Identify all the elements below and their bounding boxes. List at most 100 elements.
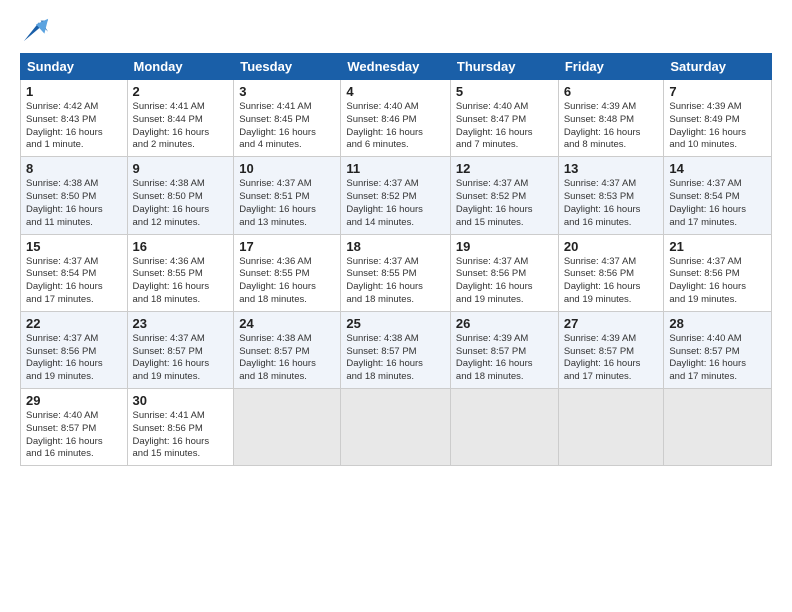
calendar-cell xyxy=(341,389,451,466)
day-info: Sunrise: 4:40 AM Sunset: 8:47 PM Dayligh… xyxy=(456,101,553,152)
day-number: 13 xyxy=(564,161,659,176)
page: SundayMondayTuesdayWednesdayThursdayFrid… xyxy=(0,0,792,612)
calendar-cell: 19 Sunrise: 4:37 AM Sunset: 8:56 PM Dayli… xyxy=(450,234,558,311)
calendar-cell: 11 Sunrise: 4:37 AM Sunset: 8:52 PM Dayli… xyxy=(341,157,451,234)
calendar-week-row: 29 Sunrise: 4:40 AM Sunset: 8:57 PM Dayli… xyxy=(21,389,772,466)
calendar-cell: 7Sunrise: 4:39 AM Sunset: 8:49 PM Daylig… xyxy=(664,80,772,157)
day-number: 5 xyxy=(456,84,553,99)
calendar-header-tuesday: Tuesday xyxy=(234,54,341,80)
calendar-cell: 8Sunrise: 4:38 AM Sunset: 8:50 PM Daylig… xyxy=(21,157,128,234)
calendar-header-monday: Monday xyxy=(127,54,234,80)
day-number: 12 xyxy=(456,161,553,176)
day-number: 10 xyxy=(239,161,335,176)
calendar-cell: 29 Sunrise: 4:40 AM Sunset: 8:57 PM Dayli… xyxy=(21,389,128,466)
day-number: 14 xyxy=(669,161,766,176)
day-number: 25 xyxy=(346,316,445,331)
calendar-cell: 16 Sunrise: 4:36 AM Sunset: 8:55 PM Dayli… xyxy=(127,234,234,311)
day-number: 4 xyxy=(346,84,445,99)
day-number: 26 xyxy=(456,316,553,331)
calendar-cell: 27 Sunrise: 4:39 AM Sunset: 8:57 PM Dayli… xyxy=(558,311,664,388)
calendar-cell xyxy=(664,389,772,466)
day-info: Sunrise: 4:37 AM Sunset: 8:53 PM Dayligh… xyxy=(564,178,659,229)
calendar-header-saturday: Saturday xyxy=(664,54,772,80)
day-info: Sunrise: 4:39 AM Sunset: 8:57 PM Dayligh… xyxy=(564,333,659,384)
day-info: Sunrise: 4:38 AM Sunset: 8:57 PM Dayligh… xyxy=(239,333,335,384)
day-number: 30 xyxy=(133,393,229,408)
day-number: 28 xyxy=(669,316,766,331)
day-number: 23 xyxy=(133,316,229,331)
day-info: Sunrise: 4:36 AM Sunset: 8:55 PM Dayligh… xyxy=(239,256,335,307)
day-info: Sunrise: 4:38 AM Sunset: 8:57 PM Dayligh… xyxy=(346,333,445,384)
day-info: Sunrise: 4:37 AM Sunset: 8:57 PM Dayligh… xyxy=(133,333,229,384)
day-number: 20 xyxy=(564,239,659,254)
day-info: Sunrise: 4:41 AM Sunset: 8:56 PM Dayligh… xyxy=(133,410,229,461)
day-number: 11 xyxy=(346,161,445,176)
day-number: 29 xyxy=(26,393,122,408)
calendar-header-friday: Friday xyxy=(558,54,664,80)
calendar-cell: 4Sunrise: 4:40 AM Sunset: 8:46 PM Daylig… xyxy=(341,80,451,157)
day-info: Sunrise: 4:36 AM Sunset: 8:55 PM Dayligh… xyxy=(133,256,229,307)
calendar-header-wednesday: Wednesday xyxy=(341,54,451,80)
calendar-cell: 5 Sunrise: 4:40 AM Sunset: 8:47 PM Daylig… xyxy=(450,80,558,157)
day-number: 15 xyxy=(26,239,122,254)
logo-icon xyxy=(22,15,50,43)
day-info: Sunrise: 4:37 AM Sunset: 8:56 PM Dayligh… xyxy=(564,256,659,307)
day-info: Sunrise: 4:42 AM Sunset: 8:43 PM Dayligh… xyxy=(26,101,122,152)
calendar-cell: 26 Sunrise: 4:39 AM Sunset: 8:57 PM Dayli… xyxy=(450,311,558,388)
calendar-cell: 2 Sunrise: 4:41 AM Sunset: 8:44 PM Daylig… xyxy=(127,80,234,157)
day-info: Sunrise: 4:39 AM Sunset: 8:57 PM Dayligh… xyxy=(456,333,553,384)
logo xyxy=(20,15,50,43)
calendar-cell: 18 Sunrise: 4:37 AM Sunset: 8:55 PM Dayli… xyxy=(341,234,451,311)
calendar-cell: 9Sunrise: 4:38 AM Sunset: 8:50 PM Daylig… xyxy=(127,157,234,234)
calendar-cell: 21 Sunrise: 4:37 AM Sunset: 8:56 PM Dayli… xyxy=(664,234,772,311)
day-info: Sunrise: 4:41 AM Sunset: 8:45 PM Dayligh… xyxy=(239,101,335,152)
day-number: 27 xyxy=(564,316,659,331)
calendar-cell: 25 Sunrise: 4:38 AM Sunset: 8:57 PM Dayli… xyxy=(341,311,451,388)
calendar-cell xyxy=(234,389,341,466)
day-number: 3 xyxy=(239,84,335,99)
day-info: Sunrise: 4:37 AM Sunset: 8:52 PM Dayligh… xyxy=(456,178,553,229)
day-info: Sunrise: 4:37 AM Sunset: 8:55 PM Dayligh… xyxy=(346,256,445,307)
calendar-cell: 28 Sunrise: 4:40 AM Sunset: 8:57 PM Dayli… xyxy=(664,311,772,388)
header xyxy=(20,15,772,43)
calendar-cell xyxy=(558,389,664,466)
calendar-cell: 15Sunrise: 4:37 AM Sunset: 8:54 PM Dayli… xyxy=(21,234,128,311)
calendar-cell: 17 Sunrise: 4:36 AM Sunset: 8:55 PM Dayli… xyxy=(234,234,341,311)
calendar-header-row: SundayMondayTuesdayWednesdayThursdayFrid… xyxy=(21,54,772,80)
calendar-cell: 24 Sunrise: 4:38 AM Sunset: 8:57 PM Dayli… xyxy=(234,311,341,388)
calendar-cell: 1Sunrise: 4:42 AM Sunset: 8:43 PM Daylig… xyxy=(21,80,128,157)
calendar-cell: 14Sunrise: 4:37 AM Sunset: 8:54 PM Dayli… xyxy=(664,157,772,234)
calendar-cell: 3 Sunrise: 4:41 AM Sunset: 8:45 PM Daylig… xyxy=(234,80,341,157)
calendar-cell: 12 Sunrise: 4:37 AM Sunset: 8:52 PM Dayli… xyxy=(450,157,558,234)
calendar-week-row: 22Sunrise: 4:37 AM Sunset: 8:56 PM Dayli… xyxy=(21,311,772,388)
day-number: 18 xyxy=(346,239,445,254)
day-number: 8 xyxy=(26,161,122,176)
day-info: Sunrise: 4:40 AM Sunset: 8:57 PM Dayligh… xyxy=(669,333,766,384)
day-info: Sunrise: 4:37 AM Sunset: 8:56 PM Dayligh… xyxy=(456,256,553,307)
calendar-cell: 23 Sunrise: 4:37 AM Sunset: 8:57 PM Dayli… xyxy=(127,311,234,388)
calendar-week-row: 1Sunrise: 4:42 AM Sunset: 8:43 PM Daylig… xyxy=(21,80,772,157)
calendar-cell: 13 Sunrise: 4:37 AM Sunset: 8:53 PM Dayli… xyxy=(558,157,664,234)
calendar-header-thursday: Thursday xyxy=(450,54,558,80)
calendar-cell: 6Sunrise: 4:39 AM Sunset: 8:48 PM Daylig… xyxy=(558,80,664,157)
calendar-week-row: 8Sunrise: 4:38 AM Sunset: 8:50 PM Daylig… xyxy=(21,157,772,234)
day-number: 21 xyxy=(669,239,766,254)
calendar-table: SundayMondayTuesdayWednesdayThursdayFrid… xyxy=(20,53,772,466)
calendar-header-sunday: Sunday xyxy=(21,54,128,80)
day-info: Sunrise: 4:39 AM Sunset: 8:48 PM Dayligh… xyxy=(564,101,659,152)
day-info: Sunrise: 4:37 AM Sunset: 8:51 PM Dayligh… xyxy=(239,178,335,229)
day-info: Sunrise: 4:41 AM Sunset: 8:44 PM Dayligh… xyxy=(133,101,229,152)
day-number: 19 xyxy=(456,239,553,254)
day-number: 7 xyxy=(669,84,766,99)
day-number: 9 xyxy=(133,161,229,176)
day-number: 16 xyxy=(133,239,229,254)
calendar-cell: 10 Sunrise: 4:37 AM Sunset: 8:51 PM Dayli… xyxy=(234,157,341,234)
day-info: Sunrise: 4:40 AM Sunset: 8:57 PM Dayligh… xyxy=(26,410,122,461)
day-number: 24 xyxy=(239,316,335,331)
calendar-cell: 20 Sunrise: 4:37 AM Sunset: 8:56 PM Dayli… xyxy=(558,234,664,311)
calendar-week-row: 15Sunrise: 4:37 AM Sunset: 8:54 PM Dayli… xyxy=(21,234,772,311)
day-number: 17 xyxy=(239,239,335,254)
day-number: 2 xyxy=(133,84,229,99)
day-info: Sunrise: 4:37 AM Sunset: 8:52 PM Dayligh… xyxy=(346,178,445,229)
day-info: Sunrise: 4:37 AM Sunset: 8:56 PM Dayligh… xyxy=(669,256,766,307)
